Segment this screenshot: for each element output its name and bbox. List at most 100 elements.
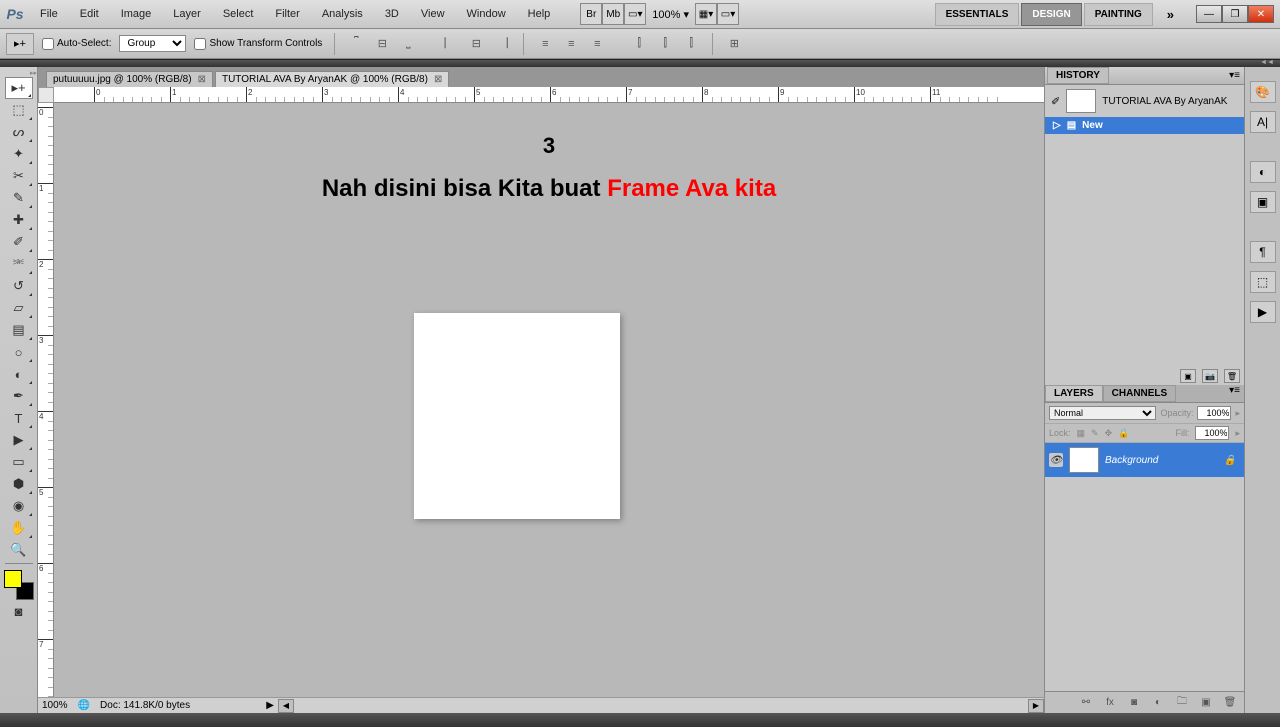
menu-3d[interactable]: 3D (375, 4, 409, 24)
pen-tool[interactable]: ✒ (5, 385, 33, 407)
hand-tool[interactable]: ✋ (5, 517, 33, 539)
dist-vcenter-icon[interactable]: ≡ (562, 35, 580, 53)
zoom-level[interactable]: 100% ▾ (646, 6, 695, 23)
maximize-button[interactable]: ❐ (1222, 5, 1248, 23)
status-doc-size[interactable]: Doc: 141.8K/0 bytes (100, 700, 190, 711)
shape-tool[interactable]: ▭ (5, 451, 33, 473)
crop-tool[interactable]: ✂ (5, 165, 33, 187)
menu-window[interactable]: Window (457, 4, 516, 24)
panel-menu-icon[interactable]: ▾≡ (1229, 70, 1240, 81)
fill-input[interactable] (1195, 426, 1229, 440)
history-document-row[interactable]: ✐ TUTORIAL AVA By AryanAK (1045, 85, 1244, 117)
more-workspaces-icon[interactable]: » (1161, 7, 1180, 22)
scroll-left-icon[interactable]: ◀ (278, 699, 294, 713)
menu-analysis[interactable]: Analysis (312, 4, 373, 24)
horizontal-ruler[interactable]: 01234567891011 (54, 87, 1044, 103)
menu-layer[interactable]: Layer (163, 4, 211, 24)
history-brush-source-icon[interactable]: ✐ (1051, 95, 1060, 108)
align-right-icon[interactable]: ⎹ (493, 35, 511, 53)
brush-tool[interactable]: ✐ (5, 231, 33, 253)
zoom-tool[interactable]: 🔍 (5, 539, 33, 561)
history-state-new[interactable]: ▷ ▤ New (1045, 117, 1244, 134)
document-tab-1[interactable]: putuuuuu.jpg @ 100% (RGB/8) ⊠ (46, 71, 213, 87)
lasso-tool[interactable]: ᔕ (5, 121, 33, 143)
character-icon[interactable]: A| (1250, 111, 1276, 133)
adjustments-icon[interactable]: ◐ (1250, 161, 1276, 183)
auto-select-target[interactable]: Group (119, 35, 186, 52)
new-snapshot-icon[interactable]: 📷 (1202, 369, 1218, 383)
layers-tab[interactable]: LAYERS (1045, 385, 1103, 402)
dist-bottom-icon[interactable]: ≡ (588, 35, 606, 53)
quickmask-tool[interactable]: ◙ (5, 600, 33, 622)
align-left-icon[interactable]: ⎸ (441, 35, 459, 53)
marquee-tool[interactable]: ⬚ (5, 99, 33, 121)
minimize-button[interactable]: — (1196, 5, 1222, 23)
auto-select-option[interactable]: Auto-Select: (42, 38, 111, 50)
lock-icon[interactable]: 🔒 (1224, 455, 1236, 466)
plugin-icon[interactable]: ▶ (1250, 301, 1276, 323)
minibridge-icon[interactable]: Mb (602, 3, 624, 25)
path-select-tool[interactable]: ▶ (5, 429, 33, 451)
delete-layer-icon[interactable]: 🗑 (1222, 696, 1238, 710)
history-brush-tool[interactable]: ↺ (5, 275, 33, 297)
bridge-icon[interactable]: Br (580, 3, 602, 25)
adjustment-layer-icon[interactable]: ◐ (1150, 696, 1166, 710)
workspace-painting[interactable]: PAINTING (1084, 3, 1153, 26)
workspace-essentials[interactable]: ESSENTIALS (935, 3, 1020, 26)
layer-name[interactable]: Background (1105, 455, 1158, 466)
horizontal-scrollbar[interactable]: ◀ ▶ (278, 697, 1044, 713)
panel-menu-icon[interactable]: ▾≡ (1229, 385, 1240, 402)
history-tab[interactable]: HISTORY (1047, 67, 1109, 84)
screenmode-icon[interactable]: ▭▾ (624, 3, 646, 25)
status-arrow-icon[interactable]: ▶ (266, 700, 274, 711)
auto-select-checkbox[interactable] (42, 38, 54, 50)
align-hcenter-icon[interactable]: ⊟ (467, 35, 485, 53)
dodge-tool[interactable]: ◐ (5, 363, 33, 385)
link-layers-icon[interactable]: ⚯ (1078, 696, 1094, 710)
dist-hcenter-icon[interactable]: ⫿ (656, 35, 674, 53)
new-doc-from-state-icon[interactable]: ▣ (1180, 369, 1196, 383)
close-button[interactable]: ✕ (1248, 5, 1274, 23)
visibility-icon[interactable]: 👁 (1049, 453, 1063, 467)
current-tool-icon[interactable]: ▸+ (6, 33, 34, 55)
blend-mode-select[interactable]: Normal (1049, 406, 1156, 420)
delete-state-icon[interactable]: 🗑 (1224, 369, 1240, 383)
layer-style-icon[interactable]: fx (1102, 696, 1118, 710)
layer-thumbnail[interactable] (1069, 447, 1099, 473)
eraser-tool[interactable]: ▱ (5, 297, 33, 319)
document-tab-2[interactable]: TUTORIAL AVA By AryanAK @ 100% (RGB/8) ⊠ (215, 71, 449, 87)
foreground-color[interactable] (4, 570, 22, 588)
3d-tool[interactable]: ⬢ (5, 473, 33, 495)
healing-tool[interactable]: ✚ (5, 209, 33, 231)
dock-collapse-bar[interactable] (0, 59, 1280, 67)
menu-filter[interactable]: Filter (265, 4, 309, 24)
canvas-viewport[interactable]: 3 Nah disini bisa Kita buat Frame Ava ki… (54, 103, 1044, 697)
show-transform-option[interactable]: Show Transform Controls (194, 38, 322, 50)
type-tool[interactable]: T (5, 407, 33, 429)
blur-tool[interactable]: ○ (5, 341, 33, 363)
masks-icon[interactable]: ▣ (1250, 191, 1276, 213)
workspace-design[interactable]: DESIGN (1021, 3, 1081, 26)
show-transform-checkbox[interactable] (194, 38, 206, 50)
arrange-docs-icon[interactable]: ▦▾ (695, 3, 717, 25)
menu-help[interactable]: Help (518, 4, 561, 24)
3d-camera-tool[interactable]: ◉ (5, 495, 33, 517)
dist-top-icon[interactable]: ≡ (536, 35, 554, 53)
close-icon[interactable]: ⊠ (198, 74, 206, 85)
new-layer-icon[interactable]: ▣ (1198, 696, 1214, 710)
transform-icon[interactable]: ⬚ (1250, 271, 1276, 293)
document-canvas[interactable] (414, 313, 620, 519)
align-vcenter-icon[interactable]: ⊟ (373, 35, 391, 53)
opacity-arrow-icon[interactable]: ▸ (1235, 408, 1240, 419)
layer-mask-icon[interactable]: ◙ (1126, 696, 1142, 710)
status-zoom[interactable]: 100% (42, 700, 68, 711)
color-swatches[interactable] (4, 570, 34, 600)
gradient-tool[interactable]: ▤ (5, 319, 33, 341)
menu-select[interactable]: Select (213, 4, 264, 24)
lock-all-icon[interactable]: 🔒 (1118, 428, 1129, 439)
ruler-origin[interactable] (38, 87, 54, 103)
align-top-icon[interactable]: ⎴ (347, 35, 365, 53)
layer-background[interactable]: 👁 Background 🔒 (1045, 443, 1244, 477)
close-icon[interactable]: ⊠ (434, 74, 442, 85)
auto-align-icon[interactable]: ⊞ (725, 35, 743, 53)
